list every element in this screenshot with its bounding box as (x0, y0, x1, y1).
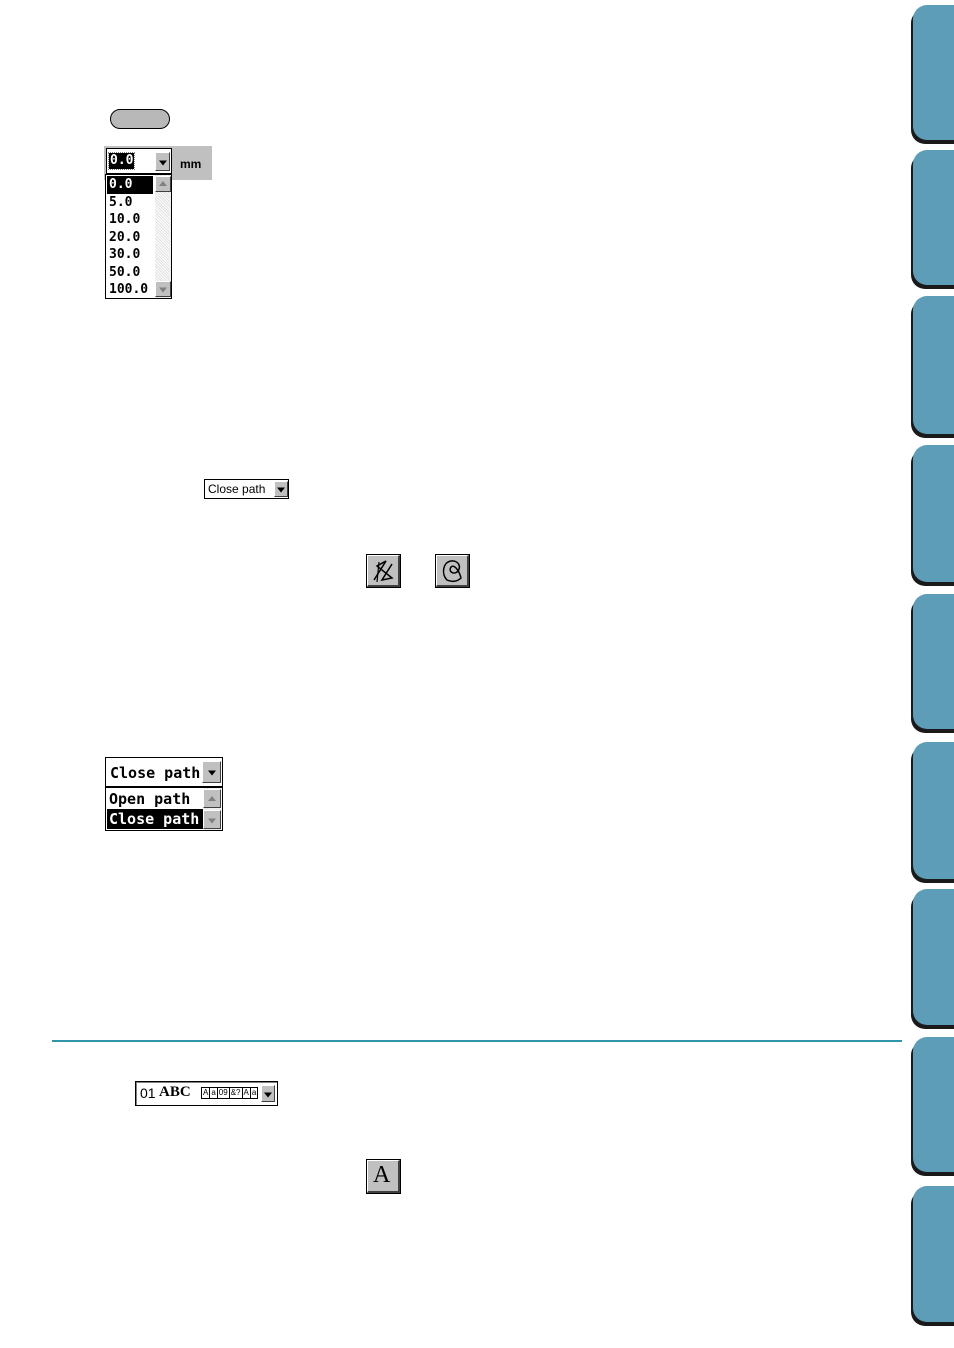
side-tab-8[interactable] (913, 1037, 954, 1172)
scroll-up-button[interactable] (155, 176, 171, 192)
charset-badge: A (201, 1087, 211, 1099)
scroll-down-button[interactable] (155, 281, 171, 297)
path-combo-open[interactable]: Close path (105, 757, 223, 787)
width-option[interactable]: 5.0 (107, 194, 153, 212)
width-option[interactable]: 50.0 (107, 264, 153, 282)
path-options-list[interactable]: Open path Close path (105, 787, 223, 831)
font-number: 01 (140, 1085, 156, 1101)
width-options-list[interactable]: 0.0 5.0 10.0 20.0 30.0 50.0 100.0 (105, 174, 172, 299)
side-tab-6[interactable] (913, 742, 954, 879)
path-combo-open-value: Close path (110, 764, 201, 782)
charset-badge: a (210, 1087, 218, 1099)
closed-path-tool-button[interactable] (435, 554, 470, 588)
charset-badge: &? (229, 1087, 243, 1099)
width-combo-dropdown-button[interactable] (155, 152, 170, 171)
side-tab-2[interactable] (913, 150, 954, 285)
width-option-list: 0.0 5.0 10.0 20.0 30.0 50.0 100.0 (107, 176, 153, 299)
width-combo[interactable]: 0.0 (106, 148, 172, 174)
pill-button[interactable] (110, 109, 170, 129)
side-tab-5[interactable] (913, 594, 954, 729)
charset-badge: A (242, 1087, 251, 1099)
path-combo-small-dropdown-button[interactable] (274, 481, 288, 497)
path-combo-small-value: Close path (208, 482, 266, 496)
open-path-tool-button[interactable] (366, 554, 401, 588)
font-combo-dropdown-button[interactable] (261, 1085, 275, 1102)
path-option-list: Open path Close path (107, 789, 203, 829)
width-combo-value: 0.0 (107, 152, 136, 170)
path-option[interactable]: Close path (107, 809, 203, 829)
width-option[interactable]: 100.0 (107, 281, 153, 299)
path-option[interactable]: Open path (107, 789, 203, 809)
text-tool-button[interactable]: A (366, 1159, 401, 1194)
width-option[interactable]: 0.0 (107, 176, 153, 194)
path-combo-small[interactable]: Close path (204, 479, 289, 499)
charset-badge: 09 (217, 1087, 230, 1099)
charset-badge: a (250, 1087, 259, 1099)
font-sample: ABC (159, 1084, 191, 1100)
width-options-scrollbar[interactable] (155, 175, 171, 298)
closed-path-icon (442, 560, 462, 583)
width-option[interactable]: 10.0 (107, 211, 153, 229)
text-tool-glyph: A (373, 1162, 391, 1188)
width-option[interactable]: 20.0 (107, 229, 153, 247)
scroll-down-button[interactable] (203, 810, 221, 829)
path-options-scrollbar[interactable] (203, 788, 221, 830)
side-tab-1[interactable] (913, 5, 954, 140)
side-tab-9[interactable] (913, 1186, 954, 1322)
font-charset-badges: A a 09 &? A a (201, 1087, 259, 1099)
side-tab-7[interactable] (913, 889, 954, 1025)
path-combo-open-dropdown-button[interactable] (202, 761, 221, 783)
side-tab-4[interactable] (913, 445, 954, 582)
width-unit-label: mm (180, 157, 202, 171)
open-path-icon (373, 560, 394, 583)
side-tab-3[interactable] (913, 296, 954, 434)
font-combo[interactable]: 01 ABC A a 09 &? A a (135, 1081, 278, 1106)
width-option[interactable]: 30.0 (107, 246, 153, 264)
scroll-up-button[interactable] (203, 789, 221, 808)
section-divider (52, 1040, 902, 1042)
